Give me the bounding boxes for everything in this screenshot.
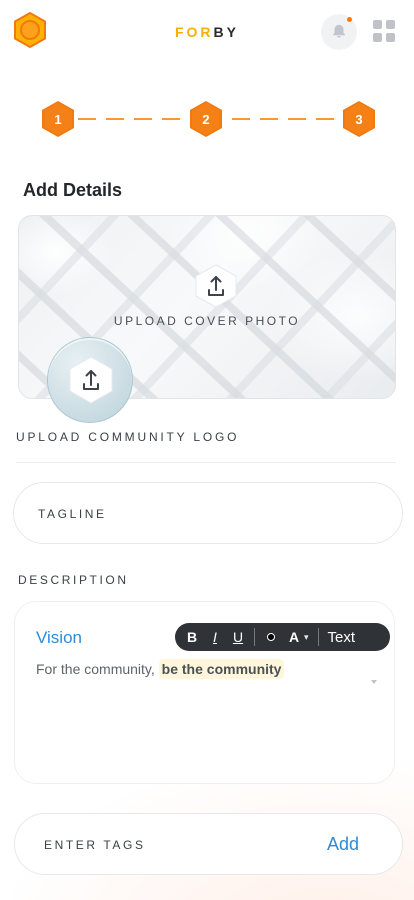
community-logo-upload-button[interactable] — [47, 337, 133, 423]
divider — [16, 462, 396, 463]
tagline-input[interactable]: TAGLINE — [13, 482, 403, 544]
notifications-button[interactable] — [321, 14, 357, 50]
font-button[interactable]: A — [287, 628, 301, 646]
italic-button[interactable]: I — [208, 628, 222, 646]
upload-icon — [69, 356, 113, 404]
step-2[interactable]: 2 — [189, 100, 223, 138]
bell-icon — [330, 21, 348, 44]
tags-placeholder: ENTER TAGS — [44, 838, 146, 852]
brand-part-a: FOR — [174, 24, 214, 40]
description-label: DESCRIPTION — [18, 573, 129, 587]
description-heading[interactable]: Vision — [36, 628, 82, 648]
top-header: FORBY — [0, 0, 414, 64]
description-text[interactable]: For the community, be the community — [36, 659, 285, 679]
chevron-down-icon[interactable] — [371, 680, 377, 684]
page-title: Add Details — [23, 180, 123, 200]
step-1[interactable]: 1 — [41, 100, 75, 138]
upload-cover-photo-label: UPLOAD COVER PHOTO — [113, 314, 301, 328]
apps-grid-icon — [386, 33, 395, 42]
tagline-placeholder: TAGLINE — [38, 507, 107, 521]
apps-grid-icon — [386, 20, 395, 29]
notification-dot — [347, 17, 352, 22]
tags-input[interactable]: ENTER TAGS Add — [14, 813, 403, 875]
text-color-button[interactable] — [264, 628, 278, 646]
step-3[interactable]: 3 — [342, 100, 376, 138]
underline-button[interactable]: U — [231, 628, 245, 646]
description-text-highlight: be the community — [158, 659, 285, 679]
upload-icon — [195, 264, 237, 308]
apps-grid-button[interactable] — [373, 20, 395, 42]
apps-grid-icon — [373, 20, 382, 29]
upload-community-logo-label: UPLOAD COMMUNITY LOGO — [16, 430, 240, 444]
add-details-screen: FORBY 1 2 3 Add Details UPLOAD COVER PHO… — [0, 0, 414, 900]
step-3-label: 3 — [355, 111, 363, 127]
step-2-label: 2 — [202, 111, 210, 127]
apps-grid-icon — [373, 33, 382, 42]
step-1-label: 1 — [54, 111, 62, 127]
chevron-down-icon[interactable]: ▾ — [304, 632, 309, 643]
toolbar-divider — [317, 628, 319, 646]
step-connector-1-2 — [78, 118, 188, 120]
description-text-prefix: For the community, — [36, 661, 159, 677]
brand-part-b: BY — [213, 24, 239, 40]
add-tag-button[interactable]: Add — [327, 834, 359, 855]
text-color-icon — [267, 633, 275, 641]
text-style-button[interactable]: Text — [328, 628, 356, 646]
step-connector-2-3 — [232, 118, 342, 120]
text-format-toolbar: B I U A ▾ Text — [175, 623, 390, 651]
bold-button[interactable]: B — [185, 628, 199, 646]
progress-stepper: 1 2 3 — [0, 96, 414, 144]
toolbar-divider — [254, 628, 255, 646]
